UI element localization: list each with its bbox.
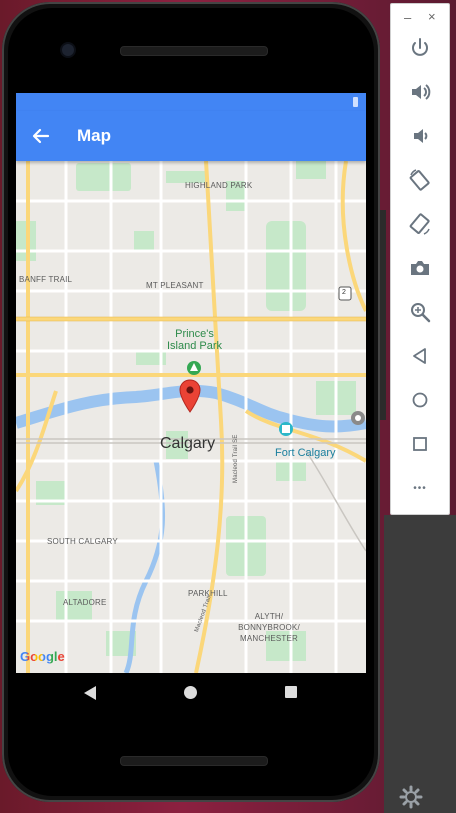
rotate-right-icon — [409, 213, 430, 235]
status-bar — [16, 93, 366, 111]
volume-up-button[interactable] — [405, 77, 435, 107]
label-mt-pleasant: MT PLEASANT — [146, 281, 204, 290]
screenshot-button[interactable] — [405, 253, 435, 283]
back-button[interactable] — [405, 341, 435, 371]
volume-up-icon — [412, 84, 431, 100]
zoom-button[interactable] — [405, 297, 435, 327]
square-overview-icon — [413, 437, 427, 451]
earpiece-speaker — [120, 46, 268, 56]
power-button[interactable] — [405, 33, 435, 63]
more-button[interactable]: ••• — [405, 473, 435, 503]
emulator-toolbar: – × ••• — [390, 3, 450, 515]
rotate-left-button[interactable] — [405, 165, 435, 195]
minimize-button[interactable]: – — [404, 10, 411, 25]
google-logo: Google — [20, 649, 65, 664]
front-camera — [62, 44, 74, 56]
camera-icon — [411, 261, 429, 275]
volume-down-icon — [414, 129, 428, 143]
zoom-in-icon — [411, 303, 431, 323]
map-view[interactable]: HIGHLAND PARK BANFF TRAIL MT PLEASANT Pr… — [16, 161, 366, 673]
label-altadore: ALTADORE — [63, 598, 107, 607]
location-marker-icon[interactable] — [179, 379, 201, 413]
triangle-back-icon — [413, 348, 426, 364]
volume-down-button[interactable] — [405, 121, 435, 151]
label-fort-calgary: Fort Calgary — [275, 447, 336, 459]
label-macleod-trail-se: Macleod Trail SE — [233, 434, 239, 483]
highway-2-shield: 2 — [342, 289, 347, 296]
nav-back-icon[interactable] — [83, 685, 97, 701]
battery-icon — [353, 97, 358, 107]
device-screen: Map HIGHLAND PARK BANFF TRAIL MT PLEASAN… — [16, 93, 366, 673]
bottom-speaker — [120, 756, 268, 766]
google-attribution: Google — [20, 649, 65, 664]
app-title: Map — [77, 126, 111, 145]
label-princes-island-park: Prince's Island Park — [166, 328, 223, 352]
back-arrow-icon[interactable] — [26, 121, 56, 151]
emulator-sidebar-background — [384, 515, 456, 813]
rotate-left-icon — [409, 169, 430, 191]
rotate-right-button[interactable] — [405, 209, 435, 239]
close-button[interactable]: × — [428, 9, 436, 24]
home-button[interactable] — [405, 385, 435, 415]
android-navigation-bar — [16, 673, 366, 713]
app-bar: Map — [16, 111, 366, 161]
label-calgary: Calgary — [160, 435, 216, 452]
label-banff-trail: BANFF TRAIL — [19, 275, 73, 284]
power-icon — [412, 38, 428, 56]
nav-recents-icon[interactable] — [285, 686, 297, 698]
label-alyth: ALYTH/ BONNYBROOK/ MANCHESTER — [238, 612, 300, 643]
gear-icon[interactable] — [398, 784, 424, 810]
circle-home-icon — [412, 392, 428, 408]
overview-button[interactable] — [405, 429, 435, 459]
label-highland-park: HIGHLAND PARK — [185, 181, 253, 190]
label-south-calgary: SOUTH CALGARY — [47, 537, 118, 546]
nav-home-icon[interactable] — [184, 686, 197, 699]
